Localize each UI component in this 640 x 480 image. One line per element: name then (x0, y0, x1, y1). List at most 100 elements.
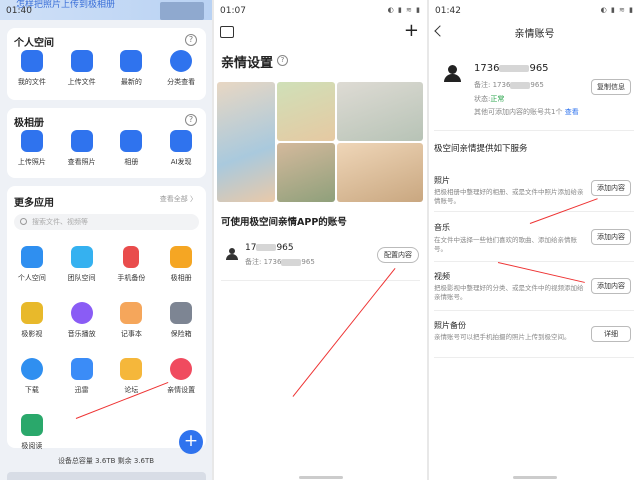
shortcut-my-files[interactable]: 我的文件 (7, 50, 57, 87)
add-video-content-button[interactable]: 添加内容 (591, 278, 631, 294)
home-screen: 怎样把照片上传到极相册 01:40 个人空间 ? 我的文件 上传文件 最新的 分… (0, 0, 212, 480)
view-photo-icon (70, 130, 93, 152)
collage-photo (337, 82, 423, 141)
status-icons: ◐ ▮ ≋ ▮ (600, 6, 634, 14)
bottom-bar (7, 472, 206, 480)
app-video[interactable]: 极影视 (7, 302, 57, 358)
row-divider (434, 357, 634, 358)
app-label: 极相册 (170, 274, 192, 282)
shortcut-label: 查看照片 (67, 158, 96, 166)
account-name: 17 965 (245, 243, 294, 253)
help-icon[interactable]: ? (277, 55, 288, 66)
app-label: 极影视 (21, 330, 43, 338)
app-label: 手机备份 (117, 274, 146, 282)
app-album[interactable]: 极相册 (156, 246, 206, 302)
page-title: 亲情账号 (514, 29, 555, 40)
collage-photo (277, 143, 335, 202)
family-settings-screen: 01:07 ◐ ▮ ≋ ▮ + 亲情设置 ? 可使用极空间亲情APP的账号 17… (214, 0, 427, 480)
app-label: 个人空间 (17, 274, 46, 282)
shortcut-album[interactable]: 相册 (107, 130, 157, 167)
add-music-content-button[interactable]: 添加内容 (591, 229, 631, 245)
photo-backup-details-button[interactable]: 详细 (591, 326, 631, 342)
app-personal-space[interactable]: 个人空间 (7, 246, 57, 302)
person-icon (226, 248, 238, 260)
recent-icon (120, 50, 143, 72)
service-desc: 把极影视中整理好的分类、或是文件中的视频添加给亲情账号。 (434, 284, 584, 301)
account-note: 备注: 1736 965 (245, 258, 315, 266)
add-button[interactable]: + (179, 430, 203, 454)
section-heading: 极空间亲情提供如下服务 (434, 144, 528, 154)
app-label: 亲情设置 (167, 386, 196, 394)
family-photo-collage (217, 82, 423, 202)
home-indicator (513, 476, 557, 479)
shortcut-upload-photo[interactable]: 上传照片 (7, 130, 57, 167)
row-divider (434, 261, 634, 262)
app-label: 保险箱 (170, 330, 192, 338)
status-time: 01:40 (6, 6, 32, 16)
team-space-icon (70, 246, 93, 268)
app-row: 个人空间 团队空间 手机备份 极相册 (7, 246, 206, 302)
app-notepad[interactable]: 记事本 (107, 302, 157, 358)
shortcut-ai-discover[interactable]: AI发现 (156, 130, 206, 167)
view-link[interactable]: 查看 (565, 108, 579, 116)
app-safe[interactable]: 保险箱 (156, 302, 206, 358)
app-forum[interactable]: 论坛 (107, 358, 157, 414)
card-title: 个人空间 (14, 38, 54, 49)
help-icon[interactable]: ? (185, 114, 197, 126)
upload-icon (70, 50, 93, 72)
app-team-space[interactable]: 团队空间 (57, 246, 107, 302)
home-icon[interactable] (220, 26, 234, 38)
xunlei-icon (70, 358, 93, 380)
help-icon[interactable]: ? (185, 34, 197, 46)
home-indicator (299, 476, 343, 479)
collage-photo (277, 82, 335, 141)
album-card: 极相册 ? 上传照片 查看照片 相册 AI发现 (7, 108, 206, 178)
shortcut-label: 相册 (124, 158, 139, 166)
status-value: 正常 (490, 95, 505, 103)
configure-content-button[interactable]: 配置内容 (377, 247, 419, 263)
search-input[interactable]: 搜索文件、视频等 (14, 214, 199, 230)
card-title: 极相册 (14, 118, 44, 129)
app-family-settings[interactable]: 亲情设置 (156, 358, 206, 414)
search-icon (20, 218, 27, 225)
shortcut-upload-file[interactable]: 上传文件 (57, 50, 107, 87)
plus-icon[interactable]: + (404, 20, 419, 41)
app-label: 迅雷 (74, 386, 89, 394)
app-label: 音乐播放 (67, 330, 96, 338)
row-divider (221, 280, 420, 281)
collage-photo (217, 82, 275, 202)
more-apps-card: 更多应用 查看全部 〉 搜索文件、视频等 个人空间 团队空间 手机备份 极相册 … (7, 186, 206, 450)
shortcut-label: 我的文件 (17, 78, 46, 86)
app-music[interactable]: 音乐播放 (57, 302, 107, 358)
app-xunlei[interactable]: 迅雷 (57, 358, 107, 414)
status-time: 01:07 (220, 6, 246, 16)
family-account-screen: 01:42 ◐ ▮ ≋ ▮ 亲情账号 1736 965 备注: 1736 965 状… (429, 0, 640, 480)
add-photo-content-button[interactable]: 添加内容 (591, 180, 631, 196)
shortcut-view-photo[interactable]: 查看照片 (57, 130, 107, 167)
service-title: 视频 (434, 272, 450, 281)
copy-info-button[interactable]: 复制信息 (591, 79, 631, 95)
service-title: 音乐 (434, 223, 450, 232)
shortcut-label: AI发现 (170, 158, 192, 166)
page-title: 亲情设置 (221, 56, 274, 71)
row-divider (434, 211, 634, 212)
app-grid: 个人空间 团队空间 手机备份 极相册 极影视 音乐播放 记事本 保险箱 下载 迅… (7, 246, 206, 470)
personal-space-icon (20, 246, 43, 268)
notepad-icon (120, 302, 143, 324)
app-label: 团队空间 (67, 274, 96, 282)
other-accounts-text: 其他可添加内容的账号共1个 查看 (474, 108, 579, 116)
shortcut-category[interactable]: 分类查看 (156, 50, 206, 87)
app-phone-backup[interactable]: 手机备份 (107, 246, 157, 302)
app-label: 记事本 (120, 330, 142, 338)
shortcut-recent[interactable]: 最新的 (107, 50, 157, 87)
download-icon (20, 358, 43, 380)
account-status: 状态:正常 (474, 95, 505, 103)
album-grid: 上传照片 查看照片 相册 AI发现 (7, 130, 206, 167)
forum-icon (120, 358, 143, 380)
ai-discover-icon (170, 130, 193, 152)
status-time: 01:42 (435, 6, 461, 16)
shortcut-label: 上传照片 (17, 158, 46, 166)
collage-photo (337, 143, 423, 202)
view-all-link[interactable]: 查看全部 〉 (160, 194, 197, 204)
app-download[interactable]: 下载 (7, 358, 57, 414)
